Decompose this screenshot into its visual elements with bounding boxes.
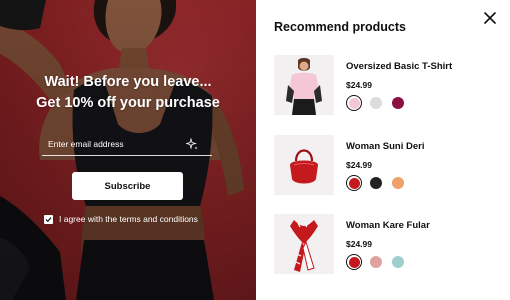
- swatch-red[interactable]: [346, 254, 362, 270]
- swatch-pink[interactable]: [346, 95, 362, 111]
- sparkle-icon: [186, 138, 198, 150]
- swatch-red[interactable]: [346, 175, 362, 191]
- product-name[interactable]: Woman Suni Deri: [346, 141, 424, 152]
- product-card[interactable]: Oversized Basic T-Shirt $24.99: [274, 55, 504, 115]
- product-card[interactable]: Woman Suni Deri $24.99: [274, 135, 504, 195]
- headline-line-1: Wait! Before you leave...: [44, 74, 212, 90]
- swatch-mint[interactable]: [390, 254, 406, 270]
- product-price: $24.99: [346, 80, 372, 90]
- swatch-orange[interactable]: [390, 175, 406, 191]
- swatch-burgundy[interactable]: [390, 95, 406, 111]
- terms-checkbox[interactable]: [44, 214, 53, 224]
- hero-content: Wait! Before you leave... Get 10% off yo…: [0, 0, 256, 300]
- product-price: $24.99: [346, 239, 372, 249]
- product-thumbnail[interactable]: [274, 214, 334, 274]
- product-name[interactable]: Woman Kare Fular: [346, 220, 430, 231]
- product-thumbnail[interactable]: [274, 55, 334, 115]
- terms-label: I agree with the terms and conditions: [59, 214, 198, 224]
- product-price: $24.99: [346, 160, 372, 170]
- hero-panel: Wait! Before you leave... Get 10% off yo…: [0, 0, 256, 300]
- product-card[interactable]: Woman Kare Fular $24.99: [274, 214, 504, 274]
- color-swatches: [346, 254, 406, 270]
- handbag-image: [274, 135, 334, 195]
- product-name[interactable]: Oversized Basic T-Shirt: [346, 61, 452, 72]
- newsletter-popup: Wait! Before you leave... Get 10% off yo…: [0, 0, 510, 300]
- close-icon: [484, 12, 496, 24]
- recommended-panel: Recommend products Oversized Basic T-Shi…: [256, 0, 510, 300]
- color-swatches: [346, 175, 406, 191]
- headline-line-2: Get 10% off your purchase: [36, 95, 220, 111]
- subscribe-button[interactable]: Subscribe: [72, 172, 183, 200]
- product-thumbnail[interactable]: [274, 135, 334, 195]
- terms-row[interactable]: I agree with the terms and conditions: [44, 214, 198, 224]
- swatch-black[interactable]: [368, 175, 384, 191]
- popup-headline: Wait! Before you leave... Get 10% off yo…: [0, 72, 256, 114]
- color-swatches: [346, 95, 406, 111]
- scarf-image: [274, 214, 334, 274]
- panel-title: Recommend products: [274, 20, 406, 34]
- email-input[interactable]: [42, 134, 182, 154]
- swatch-rose[interactable]: [368, 254, 384, 270]
- tshirt-model-image: [274, 55, 334, 115]
- close-button[interactable]: [482, 10, 498, 26]
- check-icon: [45, 216, 52, 222]
- swatch-grey[interactable]: [368, 95, 384, 111]
- email-field-wrapper: [42, 134, 212, 156]
